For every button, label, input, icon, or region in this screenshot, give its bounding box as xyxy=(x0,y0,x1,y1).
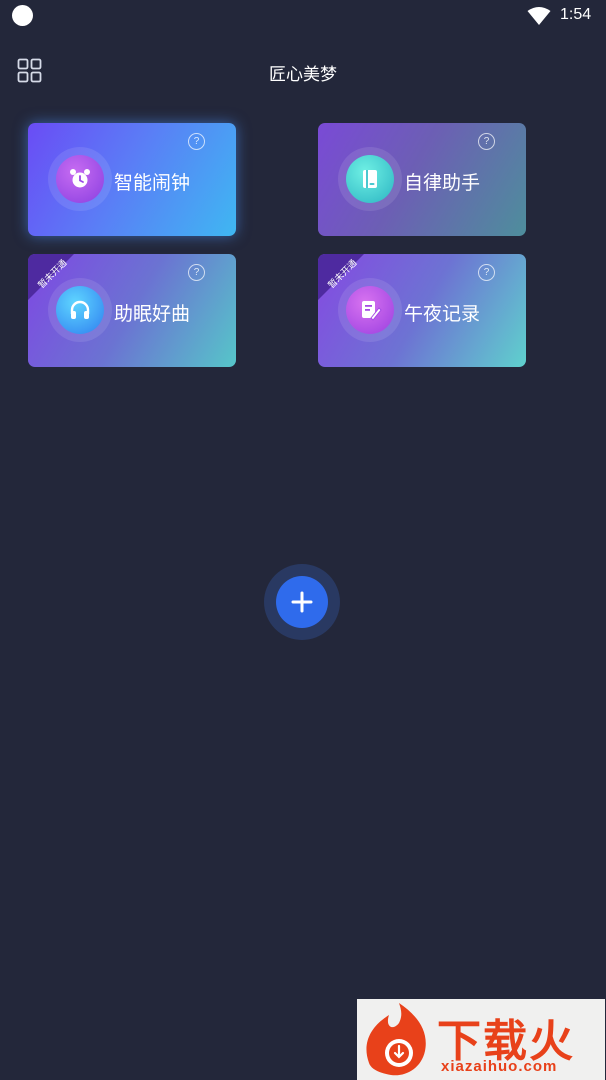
icon-halo xyxy=(338,147,402,211)
card-sleep-music[interactable]: 暂未开通 ? 助眠好曲 xyxy=(28,254,236,367)
watermark: 下载火 xiazaihuo.com xyxy=(357,999,605,1080)
help-icon[interactable]: ? xyxy=(188,264,205,281)
help-icon[interactable]: ? xyxy=(478,133,495,150)
card-label: 午夜记录 xyxy=(404,303,481,325)
card-label: 自律助手 xyxy=(404,172,481,194)
help-icon[interactable]: ? xyxy=(478,264,495,281)
status-bar: 1:54 xyxy=(0,0,606,32)
help-icon[interactable]: ? xyxy=(188,133,205,150)
add-button-core[interactable] xyxy=(276,576,328,628)
page-title: 匠心美梦 xyxy=(269,65,337,85)
status-time: 1:54 xyxy=(560,6,592,23)
card-midnight-record[interactable]: 暂未开通 ? 午夜记录 xyxy=(318,254,526,367)
alarm-clock-icon xyxy=(56,155,104,203)
card-label: 助眠好曲 xyxy=(114,303,191,325)
add-button[interactable] xyxy=(264,564,340,640)
note-edit-icon xyxy=(346,286,394,334)
card-smart-alarm[interactable]: ? 智能闹钟 xyxy=(28,123,236,236)
card-label: 智能闹钟 xyxy=(114,172,191,194)
card-self-discipline[interactable]: ? 自律助手 xyxy=(318,123,526,236)
icon-halo xyxy=(48,147,112,211)
plus-icon xyxy=(291,591,313,613)
book-icon xyxy=(346,155,394,203)
icon-halo xyxy=(338,278,402,342)
flame-logo-icon xyxy=(366,1003,426,1076)
icon-halo xyxy=(48,278,112,342)
watermark-url: xiazaihuo.com xyxy=(441,1058,558,1075)
notification-dot-icon xyxy=(12,5,33,26)
wifi-icon xyxy=(527,7,551,25)
headphones-icon xyxy=(56,286,104,334)
